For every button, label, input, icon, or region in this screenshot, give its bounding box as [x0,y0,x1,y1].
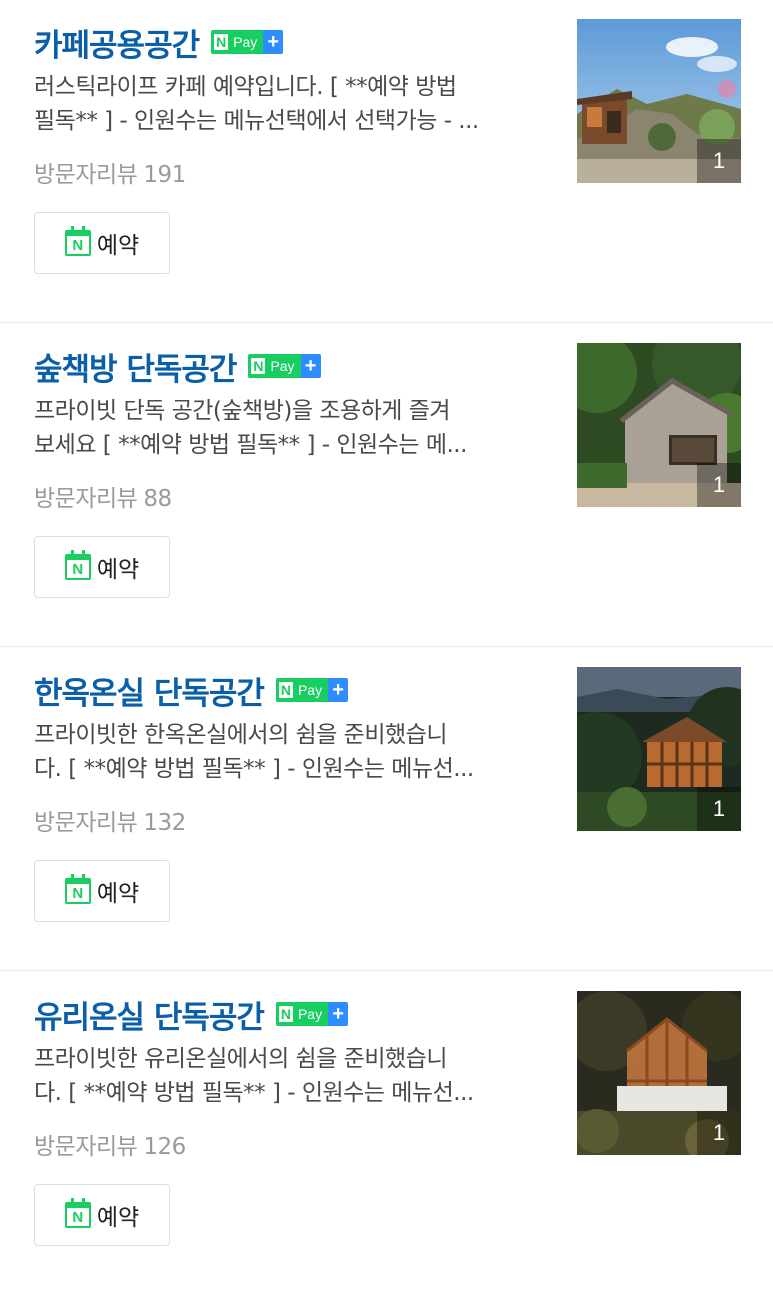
place-title[interactable]: 카페공용공간 [34,20,200,65]
place-description[interactable]: 프라이빗한 유리온실에서의 쉼을 준비했습니 다. [ **예약 방법 필독**… [34,1042,534,1110]
npay-label: Pay [268,354,301,378]
reviews-label: 방문자리뷰 [34,486,138,512]
naver-calendar-icon: N [64,1198,91,1228]
title-row: 한옥온실 단독공간 N Pay + [34,668,349,713]
visitor-reviews[interactable]: 방문자리뷰 191 [34,155,186,189]
description-line: 필독** ] - 인원수는 메뉴선택에서 선택가능 - ... [34,108,479,134]
photo-count: 1 [697,139,741,183]
description-line: 보세요 [ **예약 방법 필독** ] - 인원수는 메... [34,432,467,458]
naver-calendar-icon: N [64,226,91,256]
npay-label: Pay [231,30,264,54]
reviews-label: 방문자리뷰 [34,810,138,836]
npay-label: Pay [295,1002,329,1026]
place-title[interactable]: 유리온실 단독공간 [34,992,265,1037]
title-row: 카페공용공간 N Pay + [34,20,284,65]
reviews-label: 방문자리뷰 [34,1134,138,1160]
reviews-count: 132 [143,810,186,836]
description-line: 다. [ **예약 방법 필독** ] - 인원수는 메뉴선... [34,1080,474,1106]
photo-count: 1 [697,1111,741,1155]
reviews-label: 방문자리뷰 [34,162,138,188]
reviews-count: 191 [143,162,186,188]
place-thumbnail[interactable]: 1 [577,343,741,507]
naver-calendar-icon: N [64,874,91,904]
reserve-button[interactable]: N 예약 [34,536,170,598]
place-item: 한옥온실 단독공간 N Pay + 프라이빗한 한옥온실에서의 쉼을 준비했습니 다… [0,648,773,971]
reserve-label: 예약 [96,233,140,259]
npay-badge-icon: N Pay + [248,354,321,378]
place-description[interactable]: 러스틱라이프 카페 예약입니다. [ **예약 방법 필독** ] - 인원수는… [34,70,534,138]
description-line: 프라이빗한 유리온실에서의 쉼을 준비했습니 [34,1046,447,1072]
photo-count: 1 [697,463,741,507]
place-title[interactable]: 숲책방 단독공간 [34,344,237,389]
reserve-label: 예약 [96,881,140,907]
description-line: 다. [ **예약 방법 필독** ] - 인원수는 메뉴선... [34,756,474,782]
reviews-count: 88 [143,486,172,512]
description-line: 프라이빗한 한옥온실에서의 쉼을 준비했습니 [34,722,447,748]
title-row: 숲책방 단독공간 N Pay + [34,344,321,389]
reviews-count: 126 [143,1134,186,1160]
place-thumbnail[interactable]: 1 [577,991,741,1155]
reserve-button[interactable]: N 예약 [34,1184,170,1246]
npay-badge-icon: N Pay + [275,678,349,702]
place-thumbnail[interactable]: 1 [577,667,741,831]
reserve-button[interactable]: N 예약 [34,860,170,922]
reserve-label: 예약 [96,1205,140,1231]
place-thumbnail[interactable]: 1 [577,19,741,183]
reserve-label: 예약 [96,557,140,583]
visitor-reviews[interactable]: 방문자리뷰 126 [34,1127,186,1161]
npay-label: Pay [295,678,329,702]
place-title[interactable]: 한옥온실 단독공간 [34,668,265,713]
place-item: 유리온실 단독공간 N Pay + 프라이빗한 유리온실에서의 쉼을 준비했습니 다… [0,972,773,1295]
npay-badge-icon: N Pay + [211,30,284,54]
visitor-reviews[interactable]: 방문자리뷰 88 [34,479,172,513]
photo-count: 1 [697,787,741,831]
naver-calendar-icon: N [64,550,91,580]
place-item: 카페공용공간 N Pay + 러스틱라이프 카페 예약입니다. [ **예약 방법 … [0,0,773,323]
title-row: 유리온실 단독공간 N Pay + [34,992,349,1037]
description-line: 프라이빗 단독 공간(숲책방)을 조용하게 즐겨 [34,398,451,424]
description-line: 러스틱라이프 카페 예약입니다. [ **예약 방법 [34,74,457,100]
reserve-button[interactable]: N 예약 [34,212,170,274]
place-description[interactable]: 프라이빗 단독 공간(숲책방)을 조용하게 즐겨 보세요 [ **예약 방법 필… [34,394,534,462]
place-item: 숲책방 단독공간 N Pay + 프라이빗 단독 공간(숲책방)을 조용하게 즐겨 … [0,324,773,647]
npay-badge-icon: N Pay + [275,1002,349,1026]
place-description[interactable]: 프라이빗한 한옥온실에서의 쉼을 준비했습니 다. [ **예약 방법 필독**… [34,718,534,786]
visitor-reviews[interactable]: 방문자리뷰 132 [34,803,186,837]
